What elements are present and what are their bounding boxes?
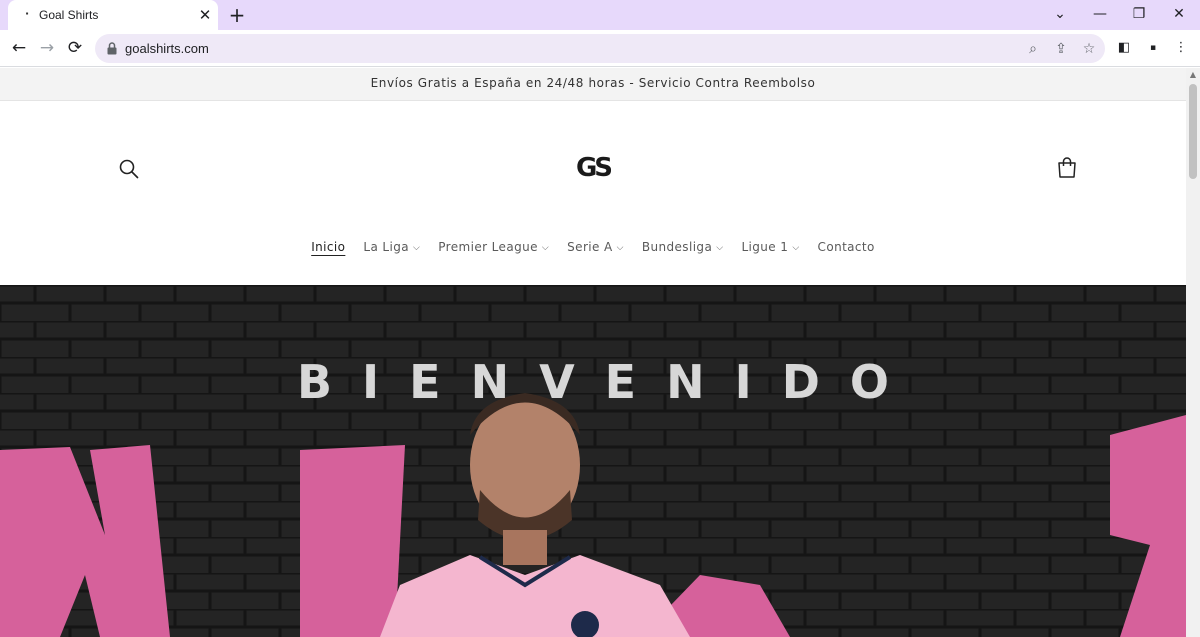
player-neck xyxy=(503,530,547,565)
site-favicon-icon: ▪ xyxy=(25,9,29,18)
logo-text: GS xyxy=(576,153,611,183)
hero-title: BIENVENIDO xyxy=(296,355,920,409)
url-text[interactable]: goalshirts.com xyxy=(125,41,209,56)
close-tab-icon[interactable]: ✕ xyxy=(196,6,214,24)
announcement-bar: Envíos Gratis a España en 24/48 horas - … xyxy=(0,68,1186,101)
close-window-button[interactable]: ✕ xyxy=(1159,3,1199,25)
chevron-down-icon: ⌵ xyxy=(616,243,624,253)
page-scrollbar[interactable]: ▲ xyxy=(1186,68,1200,637)
chevron-down-icon: ⌵ xyxy=(413,243,421,253)
tab-strip: ▪ Goal Shirts ✕ + ⌄ — ❐ ✕ xyxy=(0,0,1200,30)
forward-button[interactable]: → xyxy=(36,37,58,59)
chevron-down-icon: ⌵ xyxy=(541,243,550,253)
graffiti-mid xyxy=(300,445,405,637)
chevron-down-icon: ⌵ xyxy=(716,243,724,253)
new-tab-button[interactable]: + xyxy=(226,4,248,26)
search-icon[interactable] xyxy=(118,158,140,180)
cart-icon[interactable] xyxy=(1056,156,1078,180)
nav-item-label: La Liga xyxy=(363,240,410,254)
main-navigation: Inicio La Liga ⌵ Premier League ⌵ Serie A ⌵ Bun… xyxy=(0,238,1186,256)
hero-banner[interactable]: BIENVENIDO xyxy=(0,285,1186,637)
nav-item-bundesliga[interactable]: Bundesliga ⌵ xyxy=(642,240,724,254)
nav-item-contacto[interactable]: Contacto xyxy=(818,240,875,254)
chevron-down-icon: ⌵ xyxy=(792,243,800,253)
zoom-search-icon[interactable]: ⌕ xyxy=(1023,39,1043,59)
scroll-up-arrow-icon[interactable]: ▲ xyxy=(1186,70,1200,82)
extension-icon[interactable]: ▪ xyxy=(1143,38,1163,58)
nav-item-serie-a[interactable]: Serie A ⌵ xyxy=(567,240,624,254)
browser-toolbar: ← → ⟳ goalshirts.com ⌕ ⇪ ☆ xyxy=(0,30,1200,67)
nav-item-label: Inicio xyxy=(311,240,346,254)
nav-item-label: Bundesliga xyxy=(641,240,713,254)
reload-button[interactable]: ⟳ xyxy=(64,37,86,59)
hero-image xyxy=(0,285,1186,637)
scroll-thumb[interactable] xyxy=(1189,84,1197,179)
restore-button[interactable]: ❐ xyxy=(1119,3,1159,25)
nav-item-label: Contacto xyxy=(817,240,875,254)
address-bar[interactable]: goalshirts.com ⌕ ⇪ ☆ xyxy=(95,34,1105,63)
back-button[interactable]: ← xyxy=(8,37,30,59)
nav-item-inicio[interactable]: Inicio xyxy=(311,240,345,254)
nav-item-premier-league[interactable]: Premier League ⌵ xyxy=(438,240,549,254)
nav-item-label: Premier League xyxy=(438,240,538,254)
bookmark-star-icon[interactable]: ☆ xyxy=(1079,39,1099,59)
nav-item-la-liga[interactable]: La Liga ⌵ xyxy=(363,240,420,254)
tab-title: Goal Shirts xyxy=(39,8,99,22)
share-icon[interactable]: ⇪ xyxy=(1051,39,1071,59)
minimize-button[interactable]: — xyxy=(1080,3,1120,25)
nav-item-ligue-1[interactable]: Ligue 1 ⌵ xyxy=(741,240,799,254)
tab-search-chevron-icon[interactable]: ⌄ xyxy=(1040,3,1080,25)
web-page: Envíos Gratis a España en 24/48 horas - … xyxy=(0,68,1186,637)
nav-item-label: Ligue 1 xyxy=(741,240,789,254)
browser-menu-icon[interactable]: ⋮ xyxy=(1171,38,1191,58)
browser-tab[interactable]: ▪ Goal Shirts ✕ xyxy=(8,0,218,30)
nav-item-label: Serie A xyxy=(567,240,613,254)
lock-icon xyxy=(107,42,117,55)
site-logo[interactable]: GS xyxy=(575,146,611,184)
side-panel-icon[interactable]: ◧ xyxy=(1114,38,1134,58)
